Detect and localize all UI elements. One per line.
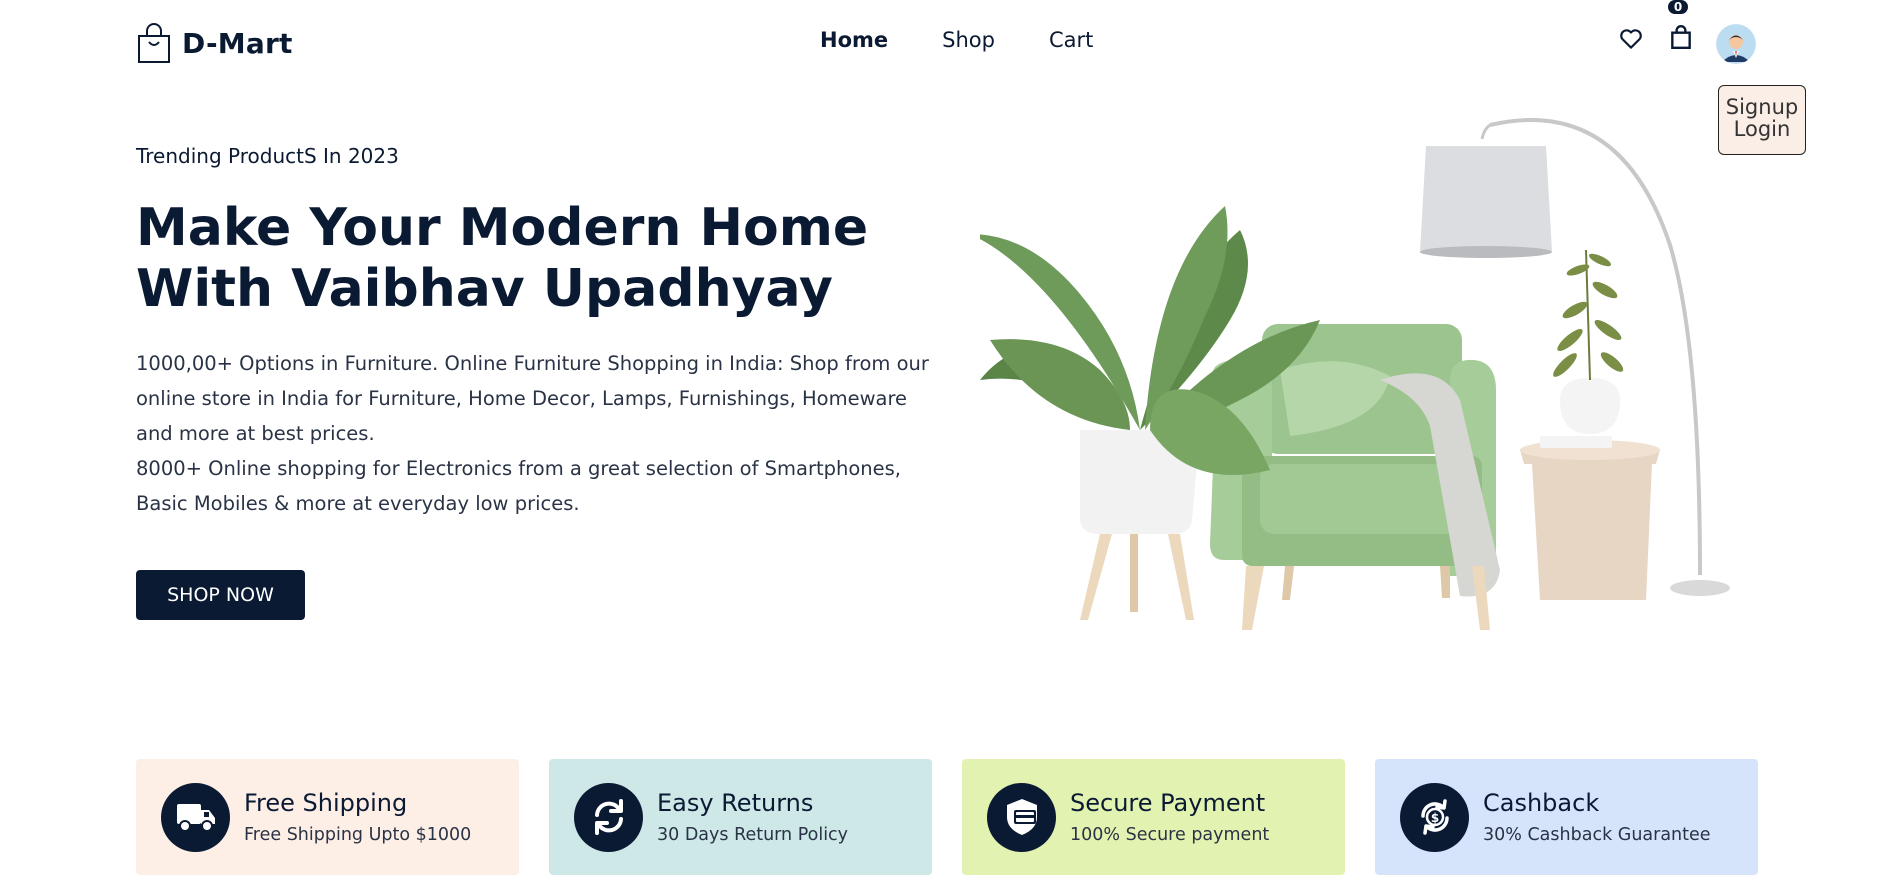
nav-home[interactable]: Home	[820, 28, 888, 52]
feature-desc: 30 Days Return Policy	[657, 825, 849, 845]
feature-title: Cashback	[1483, 789, 1600, 817]
feature-title: Free Shipping	[244, 789, 408, 817]
shopping-bag-icon	[138, 23, 170, 63]
svg-text:$: $	[1430, 811, 1438, 825]
feature-title: Easy Returns	[657, 789, 814, 817]
nav-cart[interactable]: Cart	[1049, 28, 1093, 52]
hero-furniture-image	[980, 118, 1730, 630]
heart-icon[interactable]	[1618, 26, 1644, 52]
feature-desc: Free Shipping Upto $1000	[244, 825, 472, 845]
user-avatar-icon[interactable]	[1716, 24, 1756, 64]
hero-paragraph-2: 8000+ Online shopping for Electronics fr…	[136, 457, 901, 515]
shop-now-button[interactable]: SHOP NOW	[136, 570, 305, 620]
shield-card-icon	[987, 782, 1056, 852]
nav-shop[interactable]: Shop	[942, 28, 995, 52]
feature-card-payment: Secure Payment 100% Secure payment	[962, 759, 1345, 875]
cart-bag-icon[interactable]	[1668, 24, 1694, 50]
feature-card-cashback: $ Cashback 30% Cashback Guarantee	[1375, 759, 1758, 875]
features-row: Free Shipping Free Shipping Upto $1000 E…	[136, 759, 1758, 875]
feature-title: Secure Payment	[1070, 789, 1266, 817]
refresh-icon	[574, 782, 643, 852]
hero-title: Make Your Modern Home With Vaibhav Upadh…	[136, 198, 869, 319]
feature-card-returns: Easy Returns 30 Days Return Policy	[549, 759, 932, 875]
feature-card-shipping: Free Shipping Free Shipping Upto $1000	[136, 759, 519, 875]
cashback-icon: $	[1400, 782, 1469, 852]
brand-logo[interactable]: D-Mart	[136, 22, 293, 64]
hero-paragraph-1: 1000,00+ Options in Furniture. Online Fu…	[136, 352, 929, 445]
feature-desc: 30% Cashback Guarantee	[1483, 825, 1711, 845]
truck-icon	[161, 782, 230, 852]
hero-description: 1000,00+ Options in Furniture. Online Fu…	[136, 346, 936, 521]
main-nav: Home Shop Cart	[820, 28, 1093, 52]
hero-subtitle: Trending ProductS In 2023	[136, 144, 399, 168]
brand-name: D-Mart	[182, 26, 293, 60]
feature-desc: 100% Secure payment	[1070, 825, 1270, 845]
cart-count-badge: 0	[1668, 0, 1688, 14]
site-header: D-Mart Home Shop Cart 0 Signup Login	[0, 0, 1896, 155]
